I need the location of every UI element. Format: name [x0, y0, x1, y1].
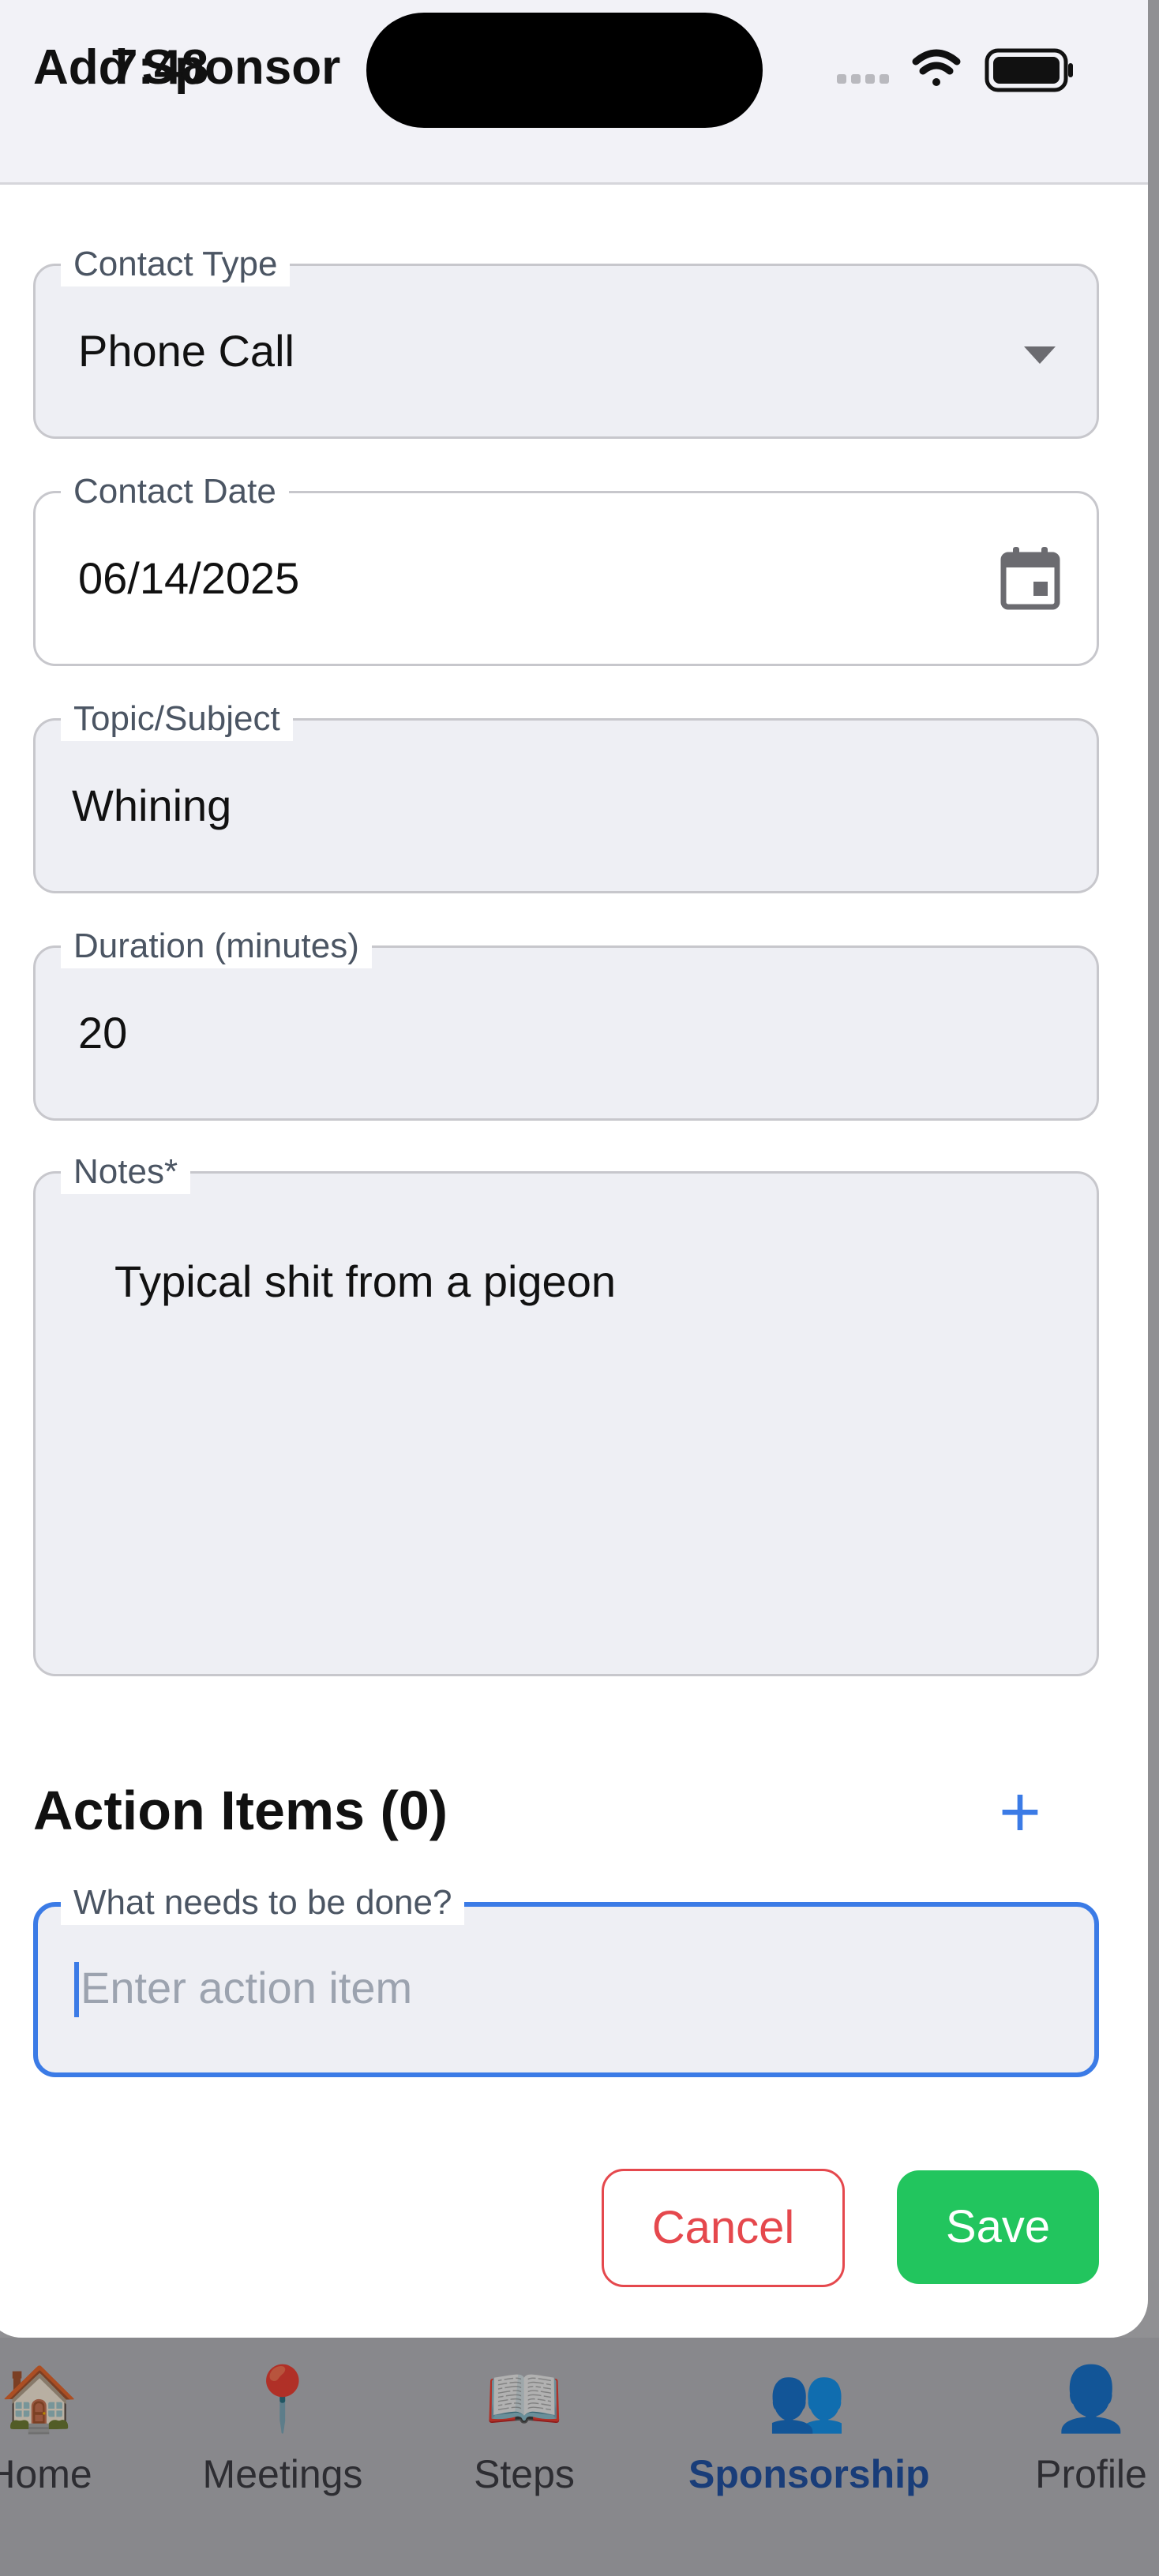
notes-label: Notes* [61, 1150, 191, 1194]
dynamic-island [366, 13, 763, 128]
dropdown-arrow-icon [1024, 346, 1056, 364]
status-icons [837, 48, 1073, 92]
cancel-button[interactable]: Cancel [602, 2169, 845, 2287]
wifi-icon [912, 49, 961, 86]
topic-value: Whining [72, 781, 232, 830]
cellular-signal-icon [837, 74, 889, 84]
add-action-item-button[interactable]: + [981, 1773, 1060, 1852]
notes-textarea[interactable]: Notes* Typical shit from a pigeon [33, 1150, 1099, 1676]
contact-type-select[interactable]: Contact Type Phone Call [33, 242, 1099, 439]
topic-input[interactable]: Topic/Subject Whining [33, 697, 1099, 893]
topic-label: Topic/Subject [61, 697, 293, 741]
duration-label: Duration (minutes) [61, 924, 372, 968]
battery-icon [985, 48, 1073, 92]
contact-type-label: Contact Type [61, 242, 291, 286]
sheet-header: Add Sponsor 7:48 [0, 0, 1148, 185]
action-item-input[interactable]: What needs to be done? Enter action item [33, 1881, 1099, 2077]
contact-date-label: Contact Date [61, 470, 289, 514]
action-item-placeholder: Enter action item [81, 1963, 413, 2012]
text-caret [74, 1962, 79, 2017]
action-items-title: Action Items (0) [33, 1780, 448, 1841]
contact-date-field[interactable]: Contact Date 06/14/2025 [33, 470, 1099, 666]
action-item-label: What needs to be done? [61, 1881, 465, 1925]
duration-value: 20 [78, 1008, 128, 1058]
contact-type-value: Phone Call [78, 326, 294, 376]
duration-input[interactable]: Duration (minutes) 20 [33, 924, 1099, 1121]
add-sponsor-contact-sheet: Add Sponsor 7:48 Contact Type Phone Call… [0, 0, 1148, 2338]
calendar-icon[interactable] [999, 545, 1062, 612]
contact-date-value: 06/14/2025 [78, 553, 300, 603]
notes-value: Typical shit from a pigeon [114, 1256, 616, 1306]
status-time: 7:48 [111, 40, 209, 95]
save-button[interactable]: Save [897, 2170, 1099, 2284]
